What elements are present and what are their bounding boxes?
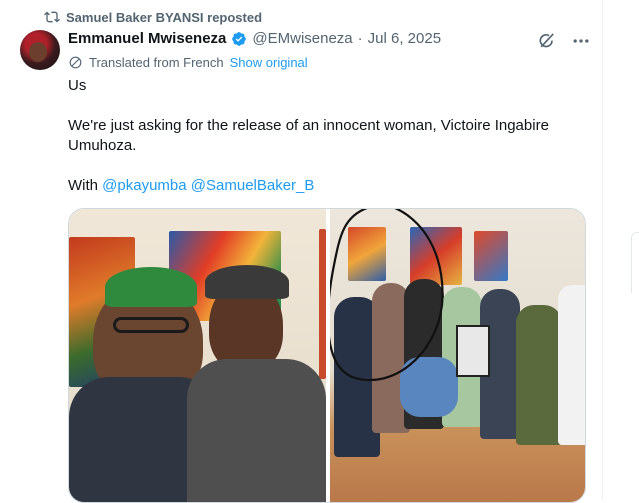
post-top-actions [537,31,591,51]
header-separator: · [357,30,363,47]
grok-icon[interactable] [537,31,557,51]
post-date[interactable]: Jul 6, 2025 [368,30,441,47]
translation-notice: Translated from French Show original [68,55,308,70]
photo-right[interactable] [330,209,585,502]
post-text-line-2: We're just asking for the release of an … [68,117,549,134]
poster [456,325,490,377]
media-grid [68,208,586,503]
shirt-right [187,359,326,502]
photo-left[interactable] [69,209,326,502]
black-cap [205,265,289,299]
repost-label: Samuel Baker BYANSI reposted [66,9,263,25]
mention-samuelbaker[interactable]: @SamuelBaker_B [191,177,315,194]
author-name[interactable]: Emmanuel Mwiseneza [68,30,226,47]
with-prefix: With [68,177,103,194]
author-handle[interactable]: @EMwiseneza [252,30,352,47]
post-text-mentions: With @pkayumba @SamuelBaker_B [68,176,314,196]
post-header: Emmanuel Mwiseneza @EMwiseneza · Jul 6, … [68,30,441,47]
green-cap [105,267,197,307]
post-card[interactable]: Samuel Baker BYANSI reposted Emmanuel Mw… [0,0,603,503]
translated-label: Translated from French [89,55,224,70]
more-icon[interactable] [571,31,591,51]
show-original-link[interactable]: Show original [230,55,308,70]
translate-globe-icon [69,56,82,69]
post-text-line-3: Umuhoza. [68,137,137,154]
post-text-line-1: Us [68,77,87,94]
author-avatar[interactable] [20,30,60,70]
circle-annotation [330,209,444,382]
adjacent-panel-edge [631,232,639,293]
repost-indicator[interactable]: Samuel Baker BYANSI reposted [44,9,262,25]
repost-icon [44,11,60,23]
mention-pkayumba[interactable]: @pkayumba [102,177,186,194]
glasses-left [113,317,189,333]
verified-badge-icon[interactable] [231,31,247,47]
